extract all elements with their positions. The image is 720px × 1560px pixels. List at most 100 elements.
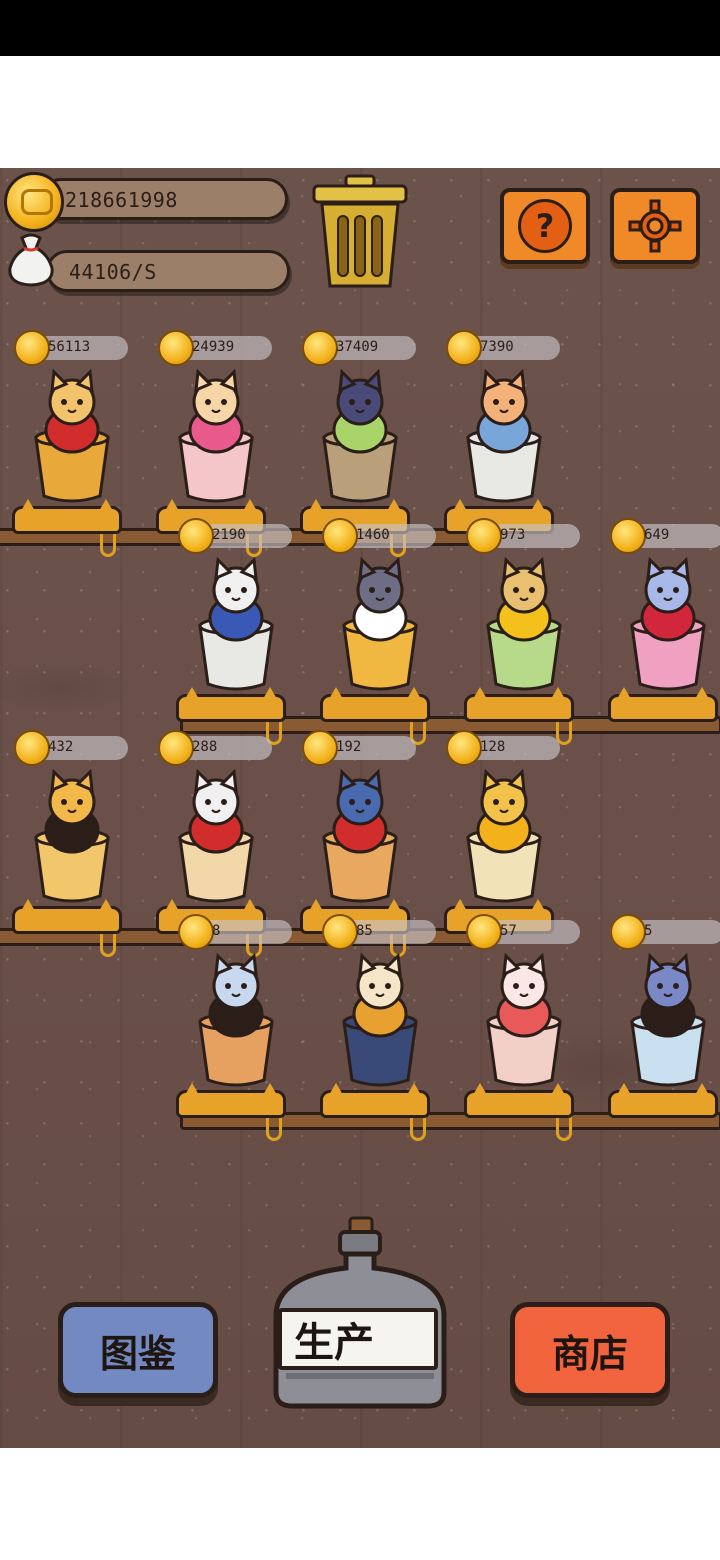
earnings-value: 5 [644,923,653,939]
earnings-badge: 5 [610,914,720,950]
gold-coin-cat-cup-icon[interactable] [454,768,554,908]
cat-slot[interactable]: 5 [608,914,720,1120]
earnings-value: 288 [192,739,218,755]
beer-mug-cats-icon[interactable] [330,556,430,696]
earnings-badge: 8 [178,914,292,950]
cat-slot[interactable]: 8 [176,914,294,1120]
cat-slot[interactable]: 128 [444,730,562,936]
cat-paw-stand [464,687,574,722]
coin-icon [178,518,214,554]
cool-cat-bread-bowl-icon[interactable] [186,952,286,1092]
earnings-value: 432 [48,739,74,755]
cat-slot[interactable]: 192 [300,730,418,936]
earnings-value: 2190 [212,527,246,543]
coin-icon [302,330,338,366]
cat-paw-stand [320,687,430,722]
earnings-value: 8 [212,923,221,939]
coin-counter: 218661998 [40,178,288,220]
trash-can-icon[interactable] [308,174,412,292]
top-hat-cat-soda-icon[interactable] [618,952,718,1092]
income-rate-display: 44106/S [46,250,290,292]
sakura-cat-bowl-icon[interactable] [474,952,574,1092]
cat-slot[interactable]: 432 [12,730,130,936]
cat-slot[interactable]: 2190 [176,518,294,724]
produce-button[interactable]: 生产 [268,1216,452,1412]
earnings-value: 192 [336,739,362,755]
blue-cape-cat-icon[interactable] [454,368,554,508]
earnings-value: 24939 [192,339,235,355]
cat-paw-stand [464,1083,574,1118]
earnings-badge: 85 [322,914,436,950]
cat-slot[interactable]: 85 [320,914,438,1120]
cat-paw-stand [608,1083,718,1118]
coin-icon [610,914,646,950]
coin-icon [302,730,338,766]
earnings-badge: 973 [466,518,580,554]
money-sack-icon [8,233,54,287]
earnings-value: 56113 [48,339,91,355]
cat-paw-stand [608,687,718,722]
earnings-badge: 128 [446,730,560,766]
cat-slot[interactable]: 37409 [300,330,418,536]
earnings-value: 37409 [336,339,379,355]
cat-slot[interactable]: 57 [464,914,582,1120]
coin-count-text: 218661998 [65,188,178,212]
cat-slot[interactable]: 56113 [12,330,130,536]
earnings-value: 973 [500,527,526,543]
income-rate-text: 44106/S [69,260,157,284]
produce-label: 生产 [278,1308,438,1370]
earnings-badge: 432 [14,730,128,766]
earnings-value: 7390 [480,339,514,355]
coin-icon [446,330,482,366]
coin-icon [466,518,502,554]
red-jacket-cat-bowl-icon[interactable] [166,768,266,908]
earnings-badge: 2190 [178,518,292,554]
earnings-badge: 649 [610,518,720,554]
settings-button[interactable] [610,188,700,264]
shop-button[interactable]: 商店 [510,1302,670,1398]
earnings-badge: 288 [158,730,272,766]
cat-paw-stand [12,499,122,534]
game-board: 218661998 44106/S ? 56113 24939 37409 73… [0,168,720,1448]
earnings-value: 649 [644,527,670,543]
cat-slot[interactable]: 1460 [320,518,438,724]
gold-coin-icon [4,172,64,232]
cat-slot[interactable]: 973 [464,518,582,724]
earnings-badge: 192 [302,730,416,766]
question-mark-icon: ? [518,199,572,253]
earnings-badge: 7390 [446,330,560,366]
coin-icon [178,914,214,950]
coin-icon [322,518,358,554]
cat-slot[interactable]: 649 [608,518,720,724]
cat-slot[interactable]: 7390 [444,330,562,536]
cat-slot[interactable]: 288 [156,730,274,936]
coin-icon [322,914,358,950]
cat-paw-stand [176,687,286,722]
pink-parfait-cat-icon[interactable] [166,368,266,508]
earnings-value: 85 [356,923,373,939]
cat-paw-stand [12,899,122,934]
collection-button[interactable]: 图鉴 [58,1302,218,1398]
earnings-value: 128 [480,739,506,755]
earnings-value: 1460 [356,527,390,543]
sunflower-cat-glass-icon[interactable] [474,556,574,696]
apple-hat-cat-mug-icon[interactable] [310,768,410,908]
grape-glass-cat-icon[interactable] [310,368,410,508]
blue-robe-cat-bowl-icon[interactable] [186,556,286,696]
coin-icon [14,330,50,366]
coin-icon [466,914,502,950]
top-blank-area [0,56,720,168]
earnings-badge: 57 [466,914,580,950]
pink-sundae-cat-icon[interactable] [618,556,718,696]
earnings-value: 57 [500,923,517,939]
red-coat-cat-cup-icon[interactable] [22,368,122,508]
earnings-badge: 56113 [14,330,128,366]
calico-cat-bowl-icon[interactable] [330,952,430,1092]
coin-icon [446,730,482,766]
sunglasses-cat-glass-icon[interactable] [22,768,122,908]
coin-icon [14,730,50,766]
cat-slot[interactable]: 24939 [156,330,274,536]
bottom-blank-area [0,1448,720,1560]
help-button[interactable]: ? [500,188,590,264]
coin-icon [158,730,194,766]
